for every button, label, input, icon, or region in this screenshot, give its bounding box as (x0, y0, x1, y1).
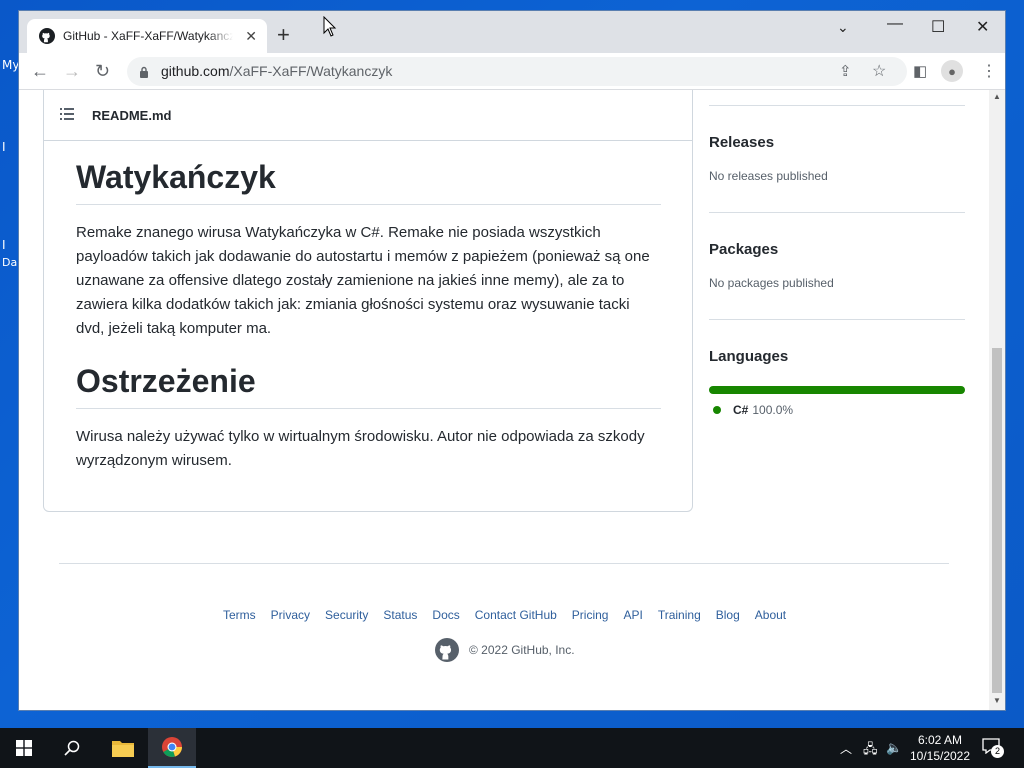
readme-card: README.md Watykańczyk Remake znanego wir… (43, 90, 693, 512)
language-item[interactable]: C# 100.0% (713, 403, 793, 417)
lock-icon[interactable] (139, 66, 149, 78)
footer-link-blog[interactable]: Blog (716, 608, 740, 622)
footer-link-about[interactable]: About (755, 608, 786, 622)
folder-icon (112, 741, 134, 757)
page-content: README.md Watykańczyk Remake znanego wir… (19, 90, 989, 710)
languages-title: Languages (709, 348, 789, 365)
browser-window: GitHub - XaFF-XaFF/Watykanczyk ✕ + ⌄ — ☐… (18, 10, 1006, 711)
scrollbar[interactable]: ▲ ▼ (989, 90, 1005, 710)
url-host: github.com (161, 63, 230, 79)
readme-paragraph: Remake znanego wirusa Watykańczyka w C#.… (76, 224, 650, 337)
windows-logo-icon (16, 740, 32, 756)
new-tab-icon[interactable]: + (277, 24, 290, 46)
search-icon (64, 740, 80, 756)
footer-link-status[interactable]: Status (383, 608, 417, 622)
readme-heading-title: Watykańczyk (76, 159, 661, 205)
releases-section: Releases No releases published (709, 134, 965, 183)
tab-title: GitHub - XaFF-XaFF/Watykanczyk (63, 29, 233, 43)
footer-link-security[interactable]: Security (325, 608, 368, 622)
tab-github[interactable]: GitHub - XaFF-XaFF/Watykanczyk ✕ (27, 19, 267, 53)
close-window-icon[interactable]: ✕ (976, 17, 989, 37)
taskbar: ︿ 🖧 🔈 6:02 AM 10/15/2022 2 (0, 728, 1024, 768)
chrome-taskbar-button[interactable] (148, 728, 196, 768)
footer-divider (59, 563, 949, 564)
readme-filename[interactable]: README.md (92, 108, 171, 123)
maximize-icon[interactable]: ☐ (931, 17, 945, 37)
copyright-text: © 2022 GitHub, Inc. (469, 643, 575, 657)
language-bar (709, 386, 965, 394)
url-text[interactable]: github.com/XaFF-XaFF/Watykanczyk (161, 63, 392, 79)
bookmark-star-icon[interactable]: ☆ (872, 61, 886, 81)
start-button[interactable] (0, 728, 48, 768)
footer-link-pricing[interactable]: Pricing (572, 608, 609, 622)
scrollbar-thumb[interactable] (992, 348, 1002, 693)
desktop-icon-label[interactable]: Da (2, 256, 17, 269)
list-icon[interactable] (60, 108, 74, 120)
languages-section: Languages (709, 348, 965, 365)
browser-toolbar: ← → ↻ github.com/XaFF-XaFF/Watykanczyk ⇪… (19, 53, 1005, 90)
footer-link-privacy[interactable]: Privacy (271, 608, 310, 622)
clock-date: 10/15/2022 (909, 749, 971, 763)
address-bar[interactable]: github.com/XaFF-XaFF/Watykanczyk ⇪ ☆ (127, 57, 907, 86)
packages-section: Packages No packages published (709, 241, 965, 290)
footer-link-contact[interactable]: Contact GitHub (475, 608, 557, 622)
scroll-up-icon[interactable]: ▲ (993, 92, 1001, 101)
readme-body: Watykańczyk Remake znanego wirusa Watyka… (76, 141, 661, 473)
chevron-up-icon[interactable]: ︿ (840, 740, 852, 757)
search-button[interactable] (50, 728, 94, 768)
releases-title[interactable]: Releases (709, 134, 965, 151)
github-logo-icon[interactable] (435, 638, 459, 662)
footer-link-api[interactable]: API (623, 608, 642, 622)
share-icon[interactable]: ⇪ (839, 62, 852, 80)
tab-search-icon[interactable]: ⌄ (837, 19, 849, 36)
packages-text: No packages published (709, 276, 834, 290)
footer-link-terms[interactable]: Terms (223, 608, 256, 622)
action-center-button[interactable]: 2 (982, 738, 1004, 758)
scroll-down-icon[interactable]: ▼ (993, 696, 1001, 705)
packages-title[interactable]: Packages (709, 241, 965, 258)
clock[interactable]: 6:02 AM 10/15/2022 (904, 732, 976, 764)
desktop-icon-label[interactable]: My (2, 58, 19, 72)
notification-count-badge: 2 (991, 745, 1004, 758)
close-tab-icon[interactable]: ✕ (245, 28, 257, 45)
desktop-icon-label[interactable]: I (2, 238, 6, 252)
side-panel-icon[interactable]: ◧ (913, 62, 927, 80)
language-percent: 100.0% (752, 403, 794, 417)
forward-arrow-icon[interactable]: → (63, 61, 81, 82)
profile-avatar-icon[interactable]: ● (941, 60, 963, 82)
tab-strip: GitHub - XaFF-XaFF/Watykanczyk ✕ + ⌄ — ☐… (19, 11, 1005, 53)
chrome-icon (162, 737, 182, 757)
language-color-dot (713, 406, 721, 414)
back-arrow-icon[interactable]: ← (31, 61, 49, 82)
readme-paragraph: Wirusa należy używać tylko w wirtualnym … (76, 428, 645, 469)
releases-text: No releases published (709, 169, 828, 183)
mouse-cursor-icon (323, 16, 337, 37)
url-path: /XaFF-XaFF/Watykanczyk (229, 63, 393, 79)
divider (709, 212, 965, 213)
footer-links: Terms Privacy Security Status Docs Conta… (223, 608, 801, 622)
divider (709, 319, 965, 320)
readme-heading-warning: Ostrzeżenie (76, 363, 661, 409)
footer-link-docs[interactable]: Docs (432, 608, 459, 622)
menu-kebab-icon[interactable]: ⋮ (981, 61, 997, 81)
language-name: C# (733, 403, 749, 417)
readme-header: README.md (44, 90, 692, 141)
minimize-icon[interactable]: — (887, 15, 903, 33)
network-icon[interactable]: 🖧 (863, 740, 878, 762)
github-icon (39, 28, 55, 44)
footer-link-training[interactable]: Training (658, 608, 701, 622)
reload-icon[interactable]: ↻ (95, 61, 110, 82)
volume-icon[interactable]: 🔈 (886, 740, 902, 756)
clock-time: 6:02 AM (917, 733, 963, 747)
divider (709, 105, 965, 106)
footer-copyright: © 2022 GitHub, Inc. (435, 638, 575, 662)
desktop-icon-label[interactable]: I (2, 140, 6, 154)
file-explorer-button[interactable] (100, 728, 146, 768)
